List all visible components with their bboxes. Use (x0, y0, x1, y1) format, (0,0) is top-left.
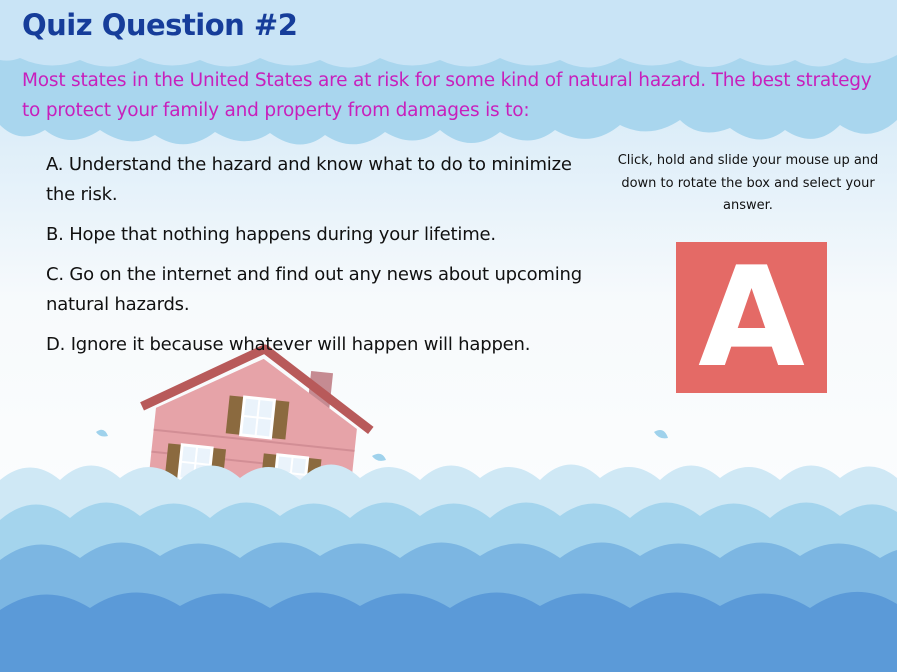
answer-options-list: A. Understand the hazard and know what t… (46, 150, 606, 370)
selected-answer-letter: A (698, 236, 805, 398)
rotating-answer-box[interactable]: A (676, 242, 827, 393)
instructions-text: Click, hold and slide your mouse up and … (617, 153, 879, 213)
quiz-title: Quiz Question #2 (22, 8, 298, 42)
water-waves-decoration (0, 464, 897, 672)
option-d: D. Ignore it because whatever will happe… (46, 334, 531, 355)
question-text: Most states in the United States are at … (22, 70, 872, 121)
option-b: B. Hope that nothing happens during your… (46, 224, 496, 245)
option-c: C. Go on the internet and find out any n… (46, 264, 582, 315)
option-a: A. Understand the hazard and know what t… (46, 154, 572, 205)
